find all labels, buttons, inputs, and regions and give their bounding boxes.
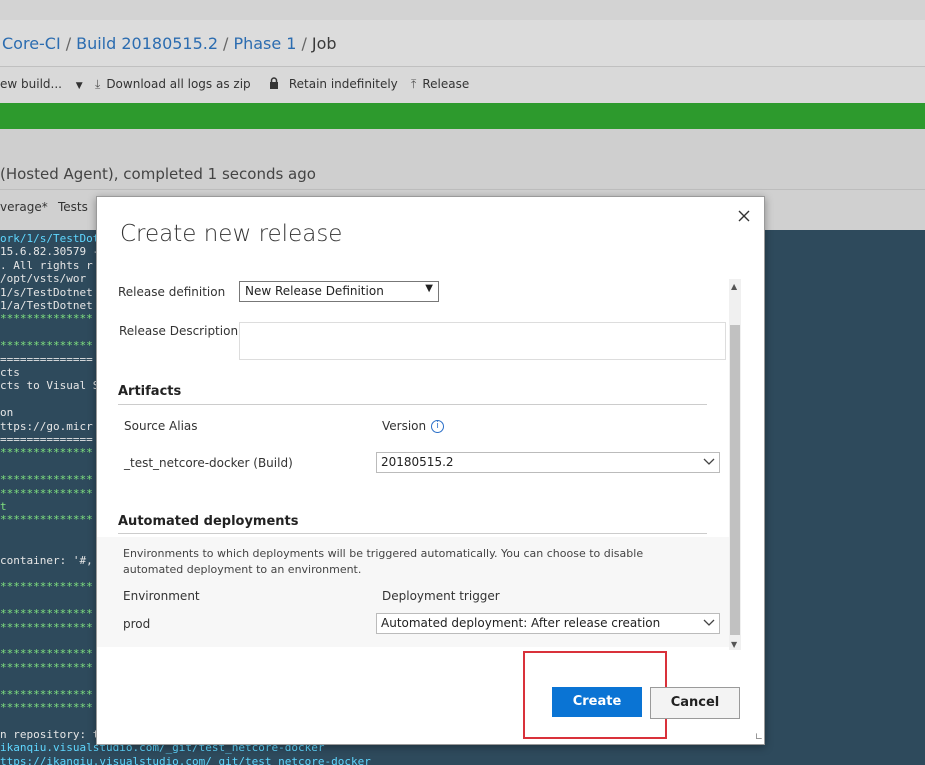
deployment-trigger-value: Automated deployment: After release crea…: [381, 616, 661, 630]
automated-deployments-heading: Automated deployments: [118, 514, 299, 529]
release-definition-select[interactable]: New Release Definition ▼: [239, 281, 439, 302]
console-line: container: '#,: [0, 553, 93, 567]
console-line: n repository: te: [0, 727, 106, 741]
console-line: cts to Visual S: [0, 379, 100, 393]
toolbar: ew build... ▼ ⤓ Download all logs as zip …: [0, 67, 925, 103]
automated-divider: [118, 533, 707, 534]
release-description-label: Release Description: [119, 324, 239, 338]
release-definition-label: Release definition: [118, 285, 226, 299]
console-line: t: [0, 500, 7, 513]
queue-new-build-button[interactable]: ew build... ▼: [0, 77, 83, 91]
build-success-bar: [0, 103, 925, 129]
console-line: . All rights r: [0, 258, 93, 272]
close-icon[interactable]: [738, 203, 750, 227]
console-line: **************: [0, 339, 93, 353]
console-line: /opt/vsts/wor: [0, 272, 87, 286]
download-icon: ⤓: [95, 77, 101, 91]
console-line: 15.6.82.30579 -: [0, 245, 100, 259]
breadcrumb-bar: Core-CI / Build 20180515.2/Phase 1/Job: [0, 20, 925, 67]
breadcrumb: Core-CI / Build 20180515.2/Phase 1/Job: [2, 34, 337, 53]
job-status-text: (Hosted Agent), completed 1 seconds ago: [0, 165, 316, 183]
create-button[interactable]: Create: [552, 687, 642, 717]
cancel-button[interactable]: Cancel: [650, 687, 740, 719]
dialog-title: Create new release: [120, 221, 343, 247]
console-line: **************: [0, 607, 93, 621]
breadcrumb-item-definition[interactable]: Core-CI: [2, 34, 61, 53]
breadcrumb-item-build[interactable]: Build 20180515.2: [76, 34, 218, 53]
console-line: **************: [0, 513, 93, 527]
console-line: **************: [0, 580, 93, 594]
retain-indefinitely-button[interactable]: Retain indefinitely: [269, 77, 398, 91]
console-line: 1/s/TestDotnet: [0, 285, 93, 299]
environment-header: Environment: [123, 589, 200, 603]
console-line: **************: [0, 660, 93, 674]
tab-tests[interactable]: Tests: [58, 200, 88, 214]
artifact-version-select[interactable]: 20180515.2: [376, 452, 720, 473]
console-line: cts: [0, 366, 20, 379]
console-line: ==============: [0, 352, 93, 366]
console-line: 1/a/TestDotnet: [0, 299, 93, 312]
console-line: ork/1/s/TestDot: [0, 232, 100, 245]
console-line: **************: [0, 687, 93, 701]
scroll-up-icon[interactable]: ▲: [731, 282, 737, 291]
source-alias-header: Source Alias: [124, 419, 198, 433]
console-line: **************: [0, 647, 93, 661]
artifact-version-value: 20180515.2: [381, 455, 454, 469]
version-header-label: Version: [382, 419, 427, 433]
console-line: ==============: [0, 433, 93, 446]
caret-down-icon: ▼: [75, 81, 83, 91]
scrollbar-thumb[interactable]: [730, 325, 740, 635]
artifacts-heading: Artifacts: [118, 384, 182, 399]
console-line: **************: [0, 701, 93, 714]
dialog-scrollbar[interactable]: ▲ ▼: [729, 279, 741, 650]
lock-icon: [269, 77, 283, 91]
top-bar: [0, 0, 925, 20]
console-line: **************: [0, 446, 93, 460]
dropdown-arrow-icon: ▼: [425, 283, 433, 294]
environment-name: prod: [123, 617, 151, 631]
console-line: **************: [0, 473, 93, 487]
queue-new-build-label: ew build...: [0, 77, 62, 91]
tab-coverage[interactable]: verage*: [0, 200, 48, 214]
console-line: **************: [0, 620, 93, 634]
release-definition-value: New Release Definition: [245, 284, 384, 298]
resize-grip-icon[interactable]: ∟: [755, 732, 763, 743]
chevron-down-icon: [703, 613, 715, 631]
retain-label: Retain indefinitely: [288, 77, 398, 91]
download-logs-label: Download all logs as zip: [106, 77, 251, 91]
automated-deployments-description: Environments to which deployments will b…: [123, 547, 644, 576]
artifact-alias: _test_netcore-docker (Build): [124, 456, 293, 470]
scroll-down-icon[interactable]: ▼: [731, 640, 737, 649]
console-line: on: [0, 406, 14, 420]
console-line: ttps://go.micr: [0, 419, 93, 433]
info-icon[interactable]: i: [431, 420, 445, 433]
deployment-trigger-header: Deployment trigger: [382, 589, 500, 603]
release-button[interactable]: ⤒ Release: [411, 77, 469, 92]
breadcrumb-item-job: Job: [311, 34, 337, 53]
artifacts-divider: [118, 404, 707, 405]
job-status-area: (Hosted Agent), completed 1 seconds ago: [0, 129, 925, 190]
download-logs-button[interactable]: ⤓ Download all logs as zip: [95, 77, 251, 92]
release-label: Release: [422, 77, 470, 91]
console-line: **************: [0, 312, 93, 326]
create-release-dialog: Create new release ▲ ▼ Release definitio…: [96, 196, 765, 745]
chevron-down-icon: [703, 452, 715, 470]
deployment-trigger-select[interactable]: Automated deployment: After release crea…: [376, 613, 720, 634]
release-icon: ⤒: [411, 77, 417, 91]
release-description-input[interactable]: [239, 322, 726, 360]
console-line: **************: [0, 486, 93, 500]
breadcrumb-item-phase[interactable]: Phase 1: [233, 34, 296, 53]
console-line: ttps://ikanqiu.visualstudio.com/_git/tes…: [0, 754, 371, 765]
version-header: Version i: [382, 419, 445, 433]
